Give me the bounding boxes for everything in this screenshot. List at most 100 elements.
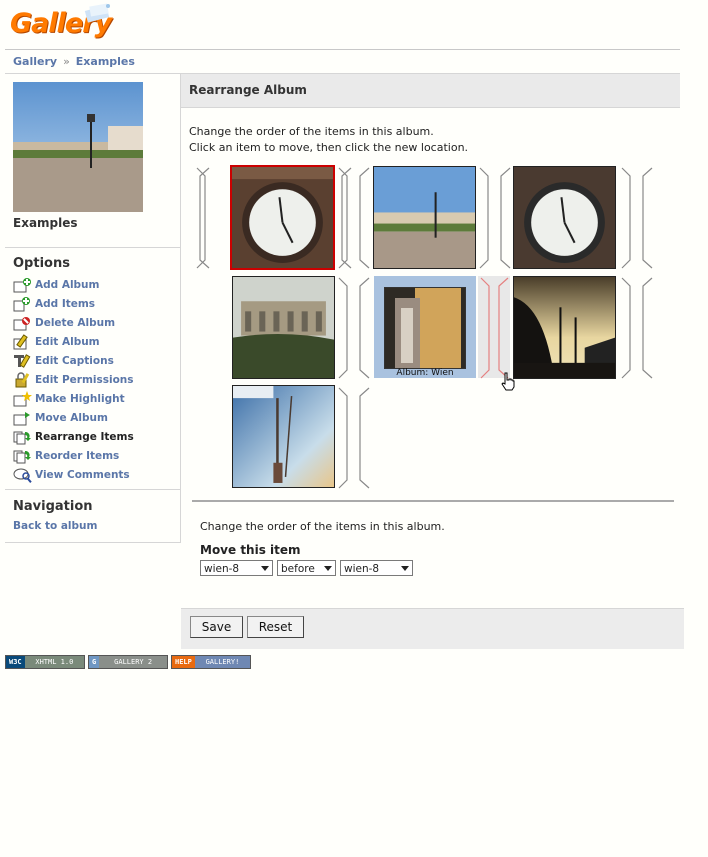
- insert-slot-bracket[interactable]: [497, 166, 511, 270]
- target-select-value: wien-8: [344, 563, 380, 575]
- option-edit-captions[interactable]: Edit Captions: [13, 351, 114, 370]
- target-select[interactable]: wien-8: [340, 560, 413, 576]
- gallery-logo[interactable]: Gallery: [4, 2, 114, 48]
- header-divider: [5, 49, 680, 50]
- chevron-down-icon: [261, 566, 269, 571]
- insert-slot-bracket[interactable]: [338, 166, 352, 270]
- option-delete-album[interactable]: Delete Album: [13, 313, 115, 332]
- sidebar: Examples Options Add Album Add Items Del…: [5, 74, 181, 543]
- page-title: Rearrange Album: [189, 83, 307, 97]
- instructions-line-2: Click an item to move, then click the ne…: [189, 141, 469, 154]
- option-label: Delete Album: [35, 316, 116, 329]
- option-label: Move Album: [35, 411, 108, 424]
- make-highlight-icon: [13, 390, 32, 406]
- insert-slot-bracket[interactable]: [621, 166, 635, 270]
- badge-left: HELP: [172, 656, 195, 668]
- option-rearrange-items[interactable]: Rearrange Items: [13, 427, 134, 446]
- insert-slot-bracket[interactable]: [639, 166, 653, 270]
- sidebar-divider: [5, 489, 180, 490]
- help-gallery-badge[interactable]: HELP GALLERY!: [171, 655, 251, 669]
- breadcrumb-gallery-link[interactable]: Gallery: [13, 55, 57, 68]
- position-select[interactable]: before: [277, 560, 336, 576]
- option-add-album[interactable]: Add Album: [13, 275, 99, 294]
- view-comments-icon: [13, 468, 32, 483]
- insert-slot-bracket[interactable]: [639, 276, 653, 380]
- navigation-heading: Navigation: [13, 499, 93, 514]
- badge-right: XHTML 1.0: [24, 656, 84, 668]
- add-album-icon: [13, 277, 31, 292]
- badge-right: GALLERY 2: [99, 656, 167, 668]
- gallery2-badge[interactable]: G GALLERY 2: [88, 655, 168, 669]
- main-header: Rearrange Album: [181, 74, 680, 108]
- item-thumbnail-clock[interactable]: [513, 166, 616, 269]
- option-label: View Comments: [35, 468, 130, 481]
- album-item-wien[interactable]: Album: Wien: [374, 276, 476, 378]
- insert-slot-bracket[interactable]: [621, 276, 635, 380]
- save-button[interactable]: Save: [190, 616, 243, 638]
- insert-slot-bracket[interactable]: [479, 166, 493, 270]
- position-select-value: before: [281, 563, 315, 575]
- insert-slot-bracket-highlighted[interactable]: [495, 276, 509, 380]
- edit-permissions-icon: [15, 371, 30, 387]
- reorder-items-icon: [13, 450, 31, 463]
- sparkle-icon: [84, 3, 110, 23]
- bottom-instructions: Change the order of the items in this al…: [200, 520, 445, 533]
- breadcrumb: Gallery » Examples: [13, 55, 135, 68]
- album-thumbnail-wien: [384, 287, 466, 369]
- insert-slot-bracket[interactable]: [356, 166, 370, 270]
- chevron-down-icon: [324, 566, 332, 571]
- delete-album-icon: [13, 316, 30, 330]
- edit-captions-icon: [14, 353, 31, 368]
- option-make-highlight[interactable]: Make Highlight: [13, 389, 125, 408]
- item-thumbnail-clock-selected[interactable]: [230, 165, 335, 270]
- move-item-label: Move this item: [200, 543, 301, 557]
- breadcrumb-examples-link[interactable]: Examples: [76, 55, 135, 68]
- options-heading: Options: [13, 256, 70, 271]
- option-label: Make Highlight: [35, 392, 125, 405]
- reset-button[interactable]: Reset: [247, 616, 304, 638]
- sidebar-divider: [5, 247, 180, 248]
- insert-slot-bracket[interactable]: [338, 276, 352, 380]
- item-thumbnail-park[interactable]: [373, 166, 476, 269]
- album-caption: Album: Wien: [396, 368, 454, 378]
- edit-album-icon: [13, 333, 28, 349]
- rearrange-items-icon: [13, 431, 31, 444]
- option-move-album[interactable]: Move Album: [13, 408, 108, 427]
- insert-slot-bracket-highlighted[interactable]: [480, 276, 494, 380]
- option-label: Add Items: [35, 297, 96, 310]
- option-label: Add Album: [35, 278, 100, 291]
- hand-pointer-cursor: [501, 372, 515, 391]
- item-select-value: wien-8: [204, 563, 240, 575]
- chevron-down-icon: [401, 566, 409, 571]
- item-thumbnail-gloriette[interactable]: [232, 276, 335, 379]
- item-select[interactable]: wien-8: [200, 560, 273, 576]
- option-edit-permissions[interactable]: Edit Permissions: [13, 370, 134, 389]
- insert-slot-bracket[interactable]: [356, 276, 370, 380]
- option-label: Edit Permissions: [35, 373, 134, 386]
- move-album-icon: [13, 411, 30, 425]
- item-thumbnail-street-lamps[interactable]: [513, 276, 616, 379]
- insert-slot-bracket[interactable]: [338, 386, 352, 490]
- grid-divider: [192, 500, 674, 502]
- album-title: Examples: [13, 216, 78, 230]
- option-label: Rearrange Items: [35, 430, 134, 443]
- option-view-comments[interactable]: View Comments: [13, 465, 130, 484]
- add-items-icon: [13, 296, 30, 311]
- option-label: Reorder Items: [35, 449, 120, 462]
- back-to-album-link[interactable]: Back to album: [13, 520, 97, 532]
- breadcrumb-separator: »: [63, 55, 70, 68]
- option-reorder-items[interactable]: Reorder Items: [13, 446, 119, 465]
- instructions-line-1: Change the order of the items in this al…: [189, 125, 434, 138]
- insert-slot-bracket[interactable]: [196, 166, 210, 270]
- badge-left: G: [89, 656, 100, 668]
- option-label: Edit Captions: [35, 354, 114, 367]
- album-thumbnail[interactable]: [13, 82, 143, 212]
- badge-left: W3C: [6, 656, 25, 668]
- option-label: Edit Album: [35, 335, 100, 348]
- item-thumbnail-sky-pole[interactable]: [232, 385, 335, 488]
- w3c-xhtml-badge[interactable]: W3C XHTML 1.0: [5, 655, 85, 669]
- option-add-items[interactable]: Add Items: [13, 294, 95, 313]
- option-edit-album[interactable]: Edit Album: [13, 332, 100, 351]
- main-content: Rearrange Album Change the order of the …: [181, 74, 684, 649]
- insert-slot-bracket[interactable]: [356, 386, 370, 490]
